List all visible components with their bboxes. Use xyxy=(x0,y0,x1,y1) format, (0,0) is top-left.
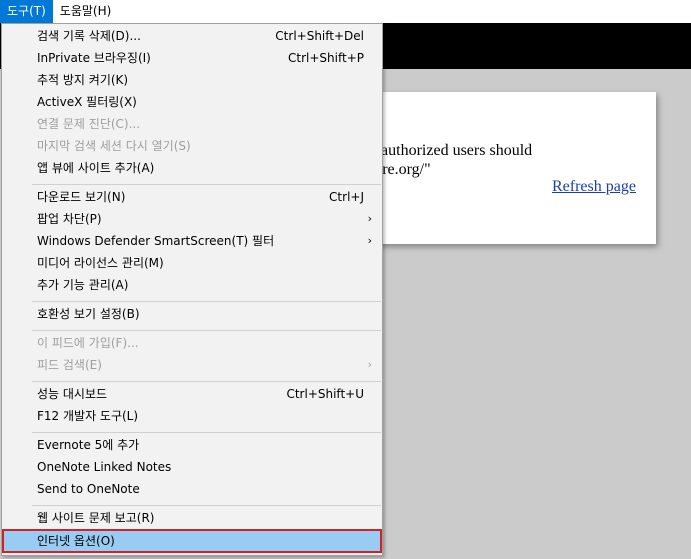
menu-item-tracking-protection[interactable]: 추적 방지 켜기(K) xyxy=(3,69,381,91)
menu-item-label: 추가 기능 관리(A) xyxy=(37,278,129,292)
menu-item-evernote[interactable]: Evernote 5에 추가 xyxy=(3,434,381,456)
menu-item-label: 성능 대시보드 xyxy=(37,387,108,401)
menu-item-shortcut: Ctrl+Shift+Del xyxy=(275,29,364,43)
menu-bar: 도구(T) 도움말(H) xyxy=(0,0,691,23)
menu-item-reopen-session: 마지막 검색 세션 다시 열기(S) xyxy=(3,135,381,157)
refresh-page-link[interactable]: Refresh page xyxy=(552,178,636,196)
menu-item-diagnose-connection: 연결 문제 진단(C)... xyxy=(3,113,381,135)
menu-item-subscribe-feed: 이 피드에 가입(F)... xyxy=(3,332,381,354)
menu-item-label: 피드 검색(E) xyxy=(37,358,102,372)
menu-item-internet-options[interactable]: 인터넷 옵션(O) xyxy=(2,529,382,553)
menu-item-label: InPrivate 브라우징(I) xyxy=(37,51,151,65)
menu-item-manage-addons[interactable]: 추가 기능 관리(A) xyxy=(3,274,381,296)
menu-item-label: Windows Defender SmartScreen(T) 필터 xyxy=(37,234,275,248)
menu-item-add-site-to-apps[interactable]: 앱 뷰에 사이트 추가(A) xyxy=(3,157,381,179)
menu-item-label: 이 피드에 가입(F)... xyxy=(37,336,139,350)
menu-item-inprivate[interactable]: InPrivate 브라우징(I) Ctrl+Shift+P xyxy=(3,47,381,69)
chevron-right-icon: › xyxy=(367,234,372,247)
menu-item-label: 연결 문제 진단(C)... xyxy=(37,117,141,131)
menu-item-report-website-problem[interactable]: 웹 사이트 문제 보고(R) xyxy=(3,507,381,529)
menu-item-label: 검색 기록 삭제(D)... xyxy=(37,29,141,43)
menu-item-activex-filtering[interactable]: ActiveX 필터링(X) xyxy=(3,91,381,113)
menu-help[interactable]: 도움말(H) xyxy=(53,0,119,23)
menu-item-delete-history[interactable]: 검색 기록 삭제(D)... Ctrl+Shift+Del xyxy=(3,25,381,47)
menu-item-label: 앱 뷰에 사이트 추가(A) xyxy=(37,161,155,175)
menu-separator xyxy=(32,301,381,302)
menu-separator xyxy=(32,505,381,506)
menu-separator xyxy=(32,432,381,433)
menu-item-shortcut: Ctrl+J xyxy=(329,190,364,204)
menu-item-label: OneNote Linked Notes xyxy=(37,460,172,474)
chevron-right-icon: › xyxy=(367,358,372,371)
menu-item-popup-blocker[interactable]: 팝업 차단(P) › xyxy=(3,208,381,230)
menu-item-label: 다운로드 보기(N) xyxy=(37,190,126,204)
menu-tools[interactable]: 도구(T) xyxy=(0,0,53,23)
menu-item-shortcut: Ctrl+Shift+U xyxy=(286,387,364,401)
menu-item-feed-discovery: 피드 검색(E) › xyxy=(3,354,381,376)
menu-item-label: 미디어 라이선스 관리(M) xyxy=(37,256,164,270)
menu-separator xyxy=(32,381,381,382)
menu-item-performance-dashboard[interactable]: 성능 대시보드 Ctrl+Shift+U xyxy=(3,383,381,405)
menu-item-label: Send to OneNote xyxy=(37,482,140,496)
tools-dropdown-menu: 검색 기록 삭제(D)... Ctrl+Shift+Del InPrivate … xyxy=(1,23,383,556)
menu-separator xyxy=(32,330,381,331)
menu-item-send-to-onenote[interactable]: Send to OneNote xyxy=(3,478,381,500)
menu-item-label: 팝업 차단(P) xyxy=(37,212,102,226)
menu-item-shortcut: Ctrl+Shift+P xyxy=(288,51,364,65)
menu-separator xyxy=(32,184,381,185)
menu-item-label: 호환성 보기 설정(B) xyxy=(37,307,140,321)
menu-item-label: 웹 사이트 문제 보고(R) xyxy=(37,511,155,525)
menu-item-label: 인터넷 옵션(O) xyxy=(37,534,115,548)
menu-item-label: ActiveX 필터링(X) xyxy=(37,95,137,109)
menu-item-developer-tools[interactable]: F12 개발자 도구(L) xyxy=(3,405,381,427)
menu-item-label: 추적 방지 켜기(K) xyxy=(37,73,129,87)
chevron-right-icon: › xyxy=(367,212,372,225)
menu-item-onenote-linked-notes[interactable]: OneNote Linked Notes xyxy=(3,456,381,478)
menu-item-view-downloads[interactable]: 다운로드 보기(N) Ctrl+J xyxy=(3,186,381,208)
menu-item-label: 마지막 검색 세션 다시 열기(S) xyxy=(37,139,191,153)
menu-item-label: Evernote 5에 추가 xyxy=(37,438,140,452)
menu-item-smartscreen-filter[interactable]: Windows Defender SmartScreen(T) 필터 › xyxy=(3,230,381,252)
menu-item-label: F12 개발자 도구(L) xyxy=(37,409,139,423)
menu-item-compatibility-view[interactable]: 호환성 보기 설정(B) xyxy=(3,303,381,325)
menu-item-media-licenses[interactable]: 미디어 라이선스 관리(M) xyxy=(3,252,381,274)
